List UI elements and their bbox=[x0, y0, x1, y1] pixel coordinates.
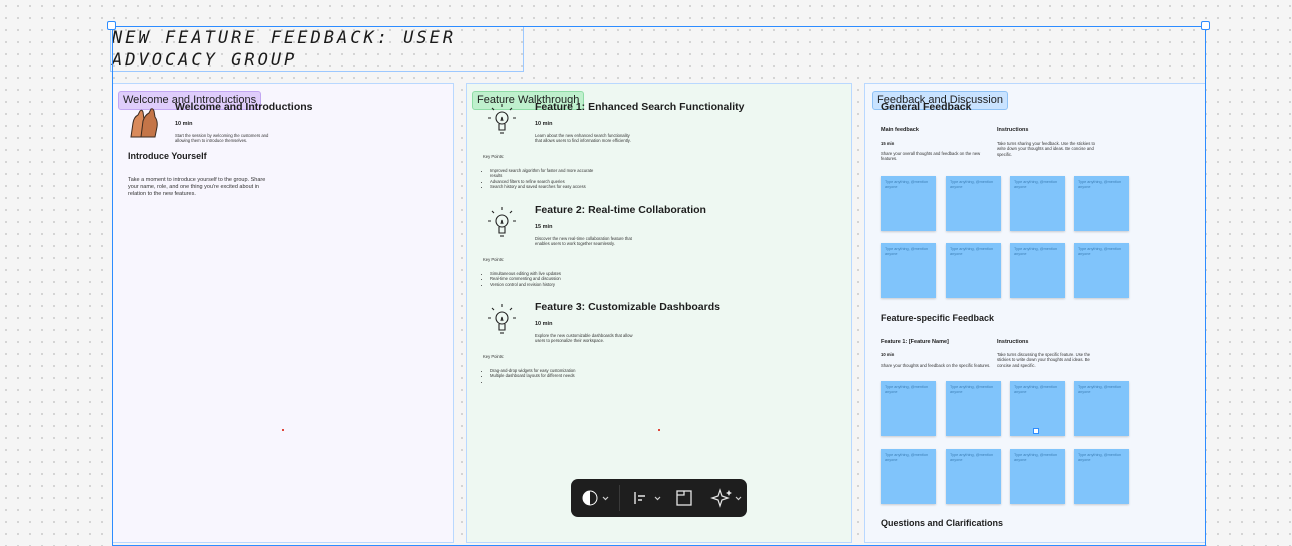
feature2-duration: 15 min bbox=[535, 224, 553, 230]
feature3-duration: 10 min bbox=[535, 321, 553, 327]
introduce-heading: Introduce Yourself bbox=[128, 151, 207, 161]
general-feedback-heading: General Feedback bbox=[881, 101, 972, 113]
main-feedback-label: Main feedback bbox=[881, 127, 919, 133]
sticky-note[interactable]: Type anything, @mention anyone bbox=[881, 449, 936, 504]
sticky-note[interactable]: Type anything, @mention anyone bbox=[946, 381, 1001, 436]
instructions-label: Instructions bbox=[997, 127, 1029, 133]
sticky-note[interactable]: Type anything, @mention anyone bbox=[881, 381, 936, 436]
feature1-feedback-label: Feature 1: [Feature Name] bbox=[881, 339, 949, 345]
feature3-title: Feature 3: Customizable Dashboards bbox=[535, 301, 720, 313]
frame-button[interactable] bbox=[673, 488, 695, 508]
cursor-dot bbox=[282, 429, 284, 431]
list-item: Version control and revision history bbox=[490, 282, 600, 287]
sticky-note[interactable]: Type anything, @mention anyone bbox=[1074, 381, 1129, 436]
feature3-points: Drag-and-drop widgets for easy customiza… bbox=[484, 368, 600, 384]
feature2-description: Discover the new real-time collaboration… bbox=[535, 236, 632, 247]
welcome-heading: Welcome and Introductions bbox=[175, 101, 313, 113]
instructions-text: Take turns sharing your feedback. Use th… bbox=[997, 141, 1095, 157]
color-picker-icon bbox=[582, 490, 609, 506]
welcome-duration: 10 min bbox=[175, 121, 193, 127]
sticky-note[interactable]: Type anything, @mention anyone bbox=[881, 243, 936, 298]
cursor-dot bbox=[658, 429, 660, 431]
frame-icon bbox=[676, 490, 692, 506]
questions-heading: Questions and Clarifications bbox=[881, 518, 1004, 528]
cursor-handle bbox=[1033, 428, 1039, 434]
color-picker-button[interactable] bbox=[581, 488, 611, 508]
feature1-feedback-text: Share your thoughts and feedback on the … bbox=[881, 363, 991, 368]
feature2-title: Feature 2: Real-time Collaboration bbox=[535, 204, 706, 216]
sticky-note[interactable]: Type anything, @mention anyone bbox=[1074, 243, 1129, 298]
feature1-feedback-duration: 10 min bbox=[881, 352, 895, 357]
align-left-icon bbox=[634, 492, 661, 504]
feature1-duration: 10 min bbox=[535, 121, 553, 127]
feature2-points: Simultaneous editing with live updates R… bbox=[484, 271, 600, 287]
feature-specific-heading: Feature-specific Feedback bbox=[881, 313, 995, 323]
welcome-description: Start the session by welcoming the custo… bbox=[175, 133, 269, 144]
sticky-note[interactable]: Type anything, @mention anyone bbox=[946, 176, 1001, 231]
sticky-note[interactable]: Type anything, @mention anyone bbox=[1010, 176, 1065, 231]
feature1-title: Feature 1: Enhanced Search Functionality bbox=[535, 101, 745, 113]
feature1-key-points-label: Key Points: bbox=[483, 154, 505, 159]
lightbulb-icon bbox=[487, 103, 517, 137]
ai-sparkle-button[interactable] bbox=[709, 488, 743, 508]
feature3-description: Explore the new customizable dashboards … bbox=[535, 333, 633, 344]
feature2-key-points-label: Key Points: bbox=[483, 257, 505, 262]
lightbulb-icon bbox=[487, 303, 517, 337]
sticky-note[interactable]: Type anything, @mention anyone bbox=[1074, 449, 1129, 504]
main-feedback-text: Share your overall thoughts and feedback… bbox=[881, 151, 981, 162]
feature3-key-points-label: Key Points: bbox=[483, 354, 505, 359]
sticky-note[interactable]: Type anything, @mention anyone bbox=[881, 176, 936, 231]
sticky-note[interactable]: Type anything, @mention anyone bbox=[1074, 176, 1129, 231]
toolbar-divider bbox=[619, 485, 620, 511]
feature1-description: Learn about the new enhanced search func… bbox=[535, 133, 631, 144]
main-feedback-duration: 15 min bbox=[881, 141, 895, 146]
instructions-text-2: Take turns discussing the specific featu… bbox=[997, 352, 1091, 368]
floating-toolbar bbox=[571, 479, 747, 517]
resize-handle-top-right[interactable] bbox=[1201, 21, 1210, 30]
sticky-note[interactable]: Type anything, @mention anyone bbox=[1010, 449, 1065, 504]
clapping-hands-icon bbox=[127, 107, 163, 141]
introduce-text: Take a moment to introduce yourself to t… bbox=[128, 177, 266, 197]
sticky-note[interactable]: Type anything, @mention anyone bbox=[1010, 243, 1065, 298]
sparkle-icon bbox=[710, 488, 742, 508]
list-item: Search history and saved searches for ea… bbox=[490, 184, 600, 189]
lightbulb-icon bbox=[487, 206, 517, 240]
feature1-points: Improved search algorithm for faster and… bbox=[484, 168, 600, 190]
align-button[interactable] bbox=[631, 488, 661, 508]
instructions-label-2: Instructions bbox=[997, 339, 1029, 345]
resize-handle-top-left[interactable] bbox=[107, 21, 116, 30]
list-item bbox=[490, 379, 600, 384]
list-item: Improved search algorithm for faster and… bbox=[490, 168, 600, 179]
sticky-note[interactable]: Type anything, @mention anyone bbox=[946, 243, 1001, 298]
sticky-note[interactable]: Type anything, @mention anyone bbox=[946, 449, 1001, 504]
